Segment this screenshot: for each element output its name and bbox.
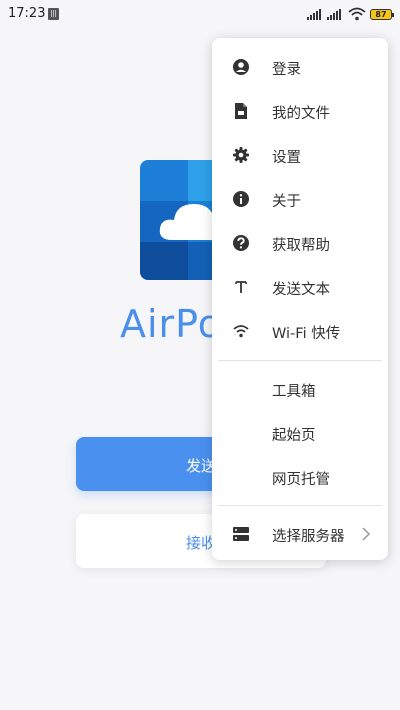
wifi-icon	[233, 325, 249, 338]
app-name: AirPo	[120, 302, 222, 346]
menu-divider	[218, 360, 382, 361]
file-icon	[235, 103, 247, 119]
menu-item-wifi-transfer[interactable]: Wi-Fi 快传	[212, 309, 388, 353]
menu-item-label: 工具箱	[272, 384, 316, 400]
server-icon	[233, 527, 249, 541]
menu-item-label: 关于	[272, 194, 301, 210]
wifi-status-icon	[348, 7, 366, 21]
menu-item-about[interactable]: 关于	[212, 177, 388, 221]
menu-item-label: 网页托管	[272, 472, 330, 488]
overflow-menu: 登录 我的文件 设置 关于 获取帮助 发送文本 Wi-Fi 快传 工具箱 起始页…	[212, 38, 388, 560]
menu-item-label: 获取帮助	[272, 238, 330, 254]
menu-item-my-files[interactable]: 我的文件	[212, 89, 388, 133]
gear-icon	[233, 147, 249, 163]
info-icon	[233, 191, 249, 207]
sim-card-icon	[48, 8, 59, 20]
menu-item-label: 登录	[272, 62, 301, 78]
chevron-right-icon	[362, 527, 371, 541]
menu-item-label: 发送文本	[272, 282, 330, 298]
signal-icon-2	[327, 9, 343, 20]
battery-icon: 87	[370, 9, 394, 20]
text-icon	[235, 281, 247, 293]
menu-item-toolbox[interactable]: 工具箱	[212, 367, 388, 411]
help-icon	[233, 235, 249, 251]
menu-item-select-server[interactable]: 选择服务器	[212, 512, 388, 556]
account-circle-icon	[233, 59, 249, 75]
menu-item-help[interactable]: 获取帮助	[212, 221, 388, 265]
status-time: 17:23	[8, 6, 46, 21]
menu-item-settings[interactable]: 设置	[212, 133, 388, 177]
menu-item-start-page[interactable]: 起始页	[212, 411, 388, 455]
menu-item-label: Wi-Fi 快传	[272, 326, 341, 342]
menu-divider	[218, 505, 382, 506]
menu-item-label: 选择服务器	[272, 529, 345, 545]
menu-item-web-hosting[interactable]: 网页托管	[212, 455, 388, 499]
menu-item-send-text[interactable]: 发送文本	[212, 265, 388, 309]
menu-item-label: 我的文件	[272, 106, 330, 122]
status-bar: 17:23 87	[0, 0, 400, 30]
signal-icon	[307, 9, 323, 20]
menu-item-login[interactable]: 登录	[212, 45, 388, 89]
menu-item-label: 设置	[272, 150, 301, 166]
menu-item-label: 起始页	[272, 428, 316, 444]
